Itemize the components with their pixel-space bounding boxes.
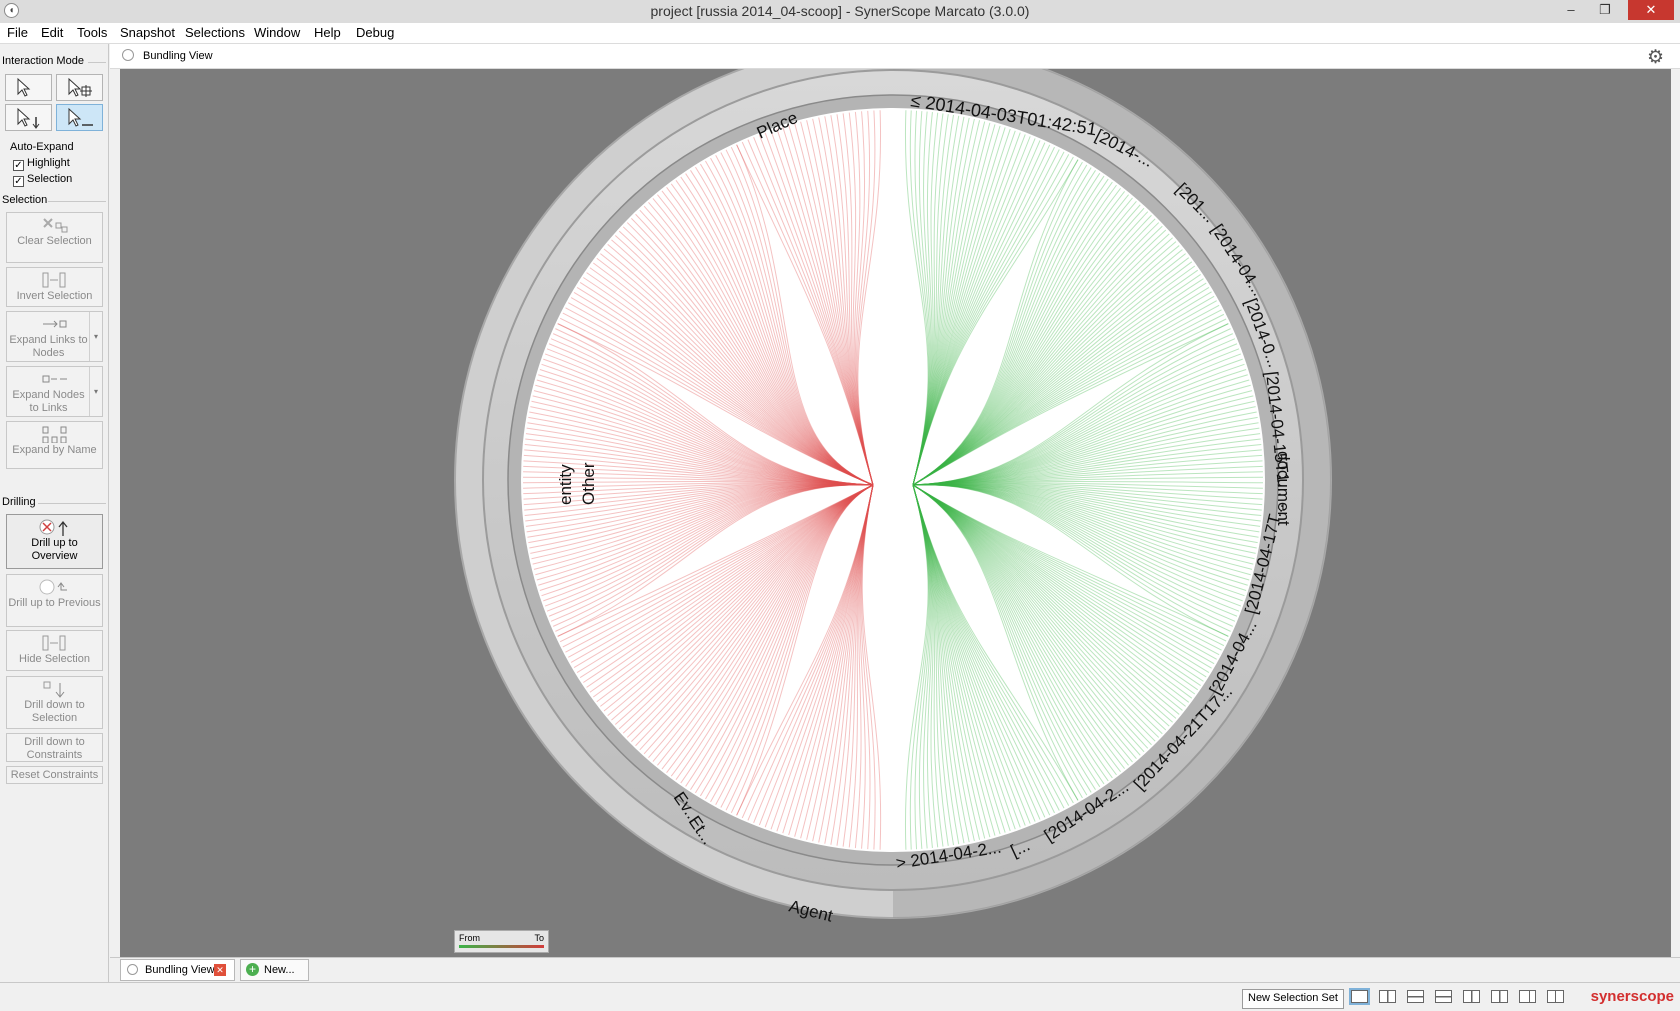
drilling-label: Drilling	[2, 496, 36, 508]
title-bar: ◖ project [russia 2014_04-scoop] - Syner…	[0, 0, 1680, 24]
reset-constraints-button[interactable]: Reset Constraints	[6, 766, 103, 784]
bundling-view-svg[interactable]: Place Other entity Ev... Et... Agent doc…	[120, 41, 1671, 957]
layout-right-split-icon[interactable]	[1519, 990, 1536, 1003]
selection-checkbox[interactable]: ✓ Selection	[13, 173, 72, 187]
drill-down-constraints-label: Drill down to Constraints	[24, 736, 85, 761]
hide-selection-button[interactable]: Hide Selection	[6, 630, 103, 671]
bundling-view-icon	[127, 964, 138, 975]
expand-by-name-label: Expand by Name	[12, 444, 97, 456]
window-title: project [russia 2014_04-scoop] - SynerSc…	[650, 3, 1030, 19]
legend-from: From	[459, 933, 480, 943]
tab-new[interactable]: + New...	[240, 959, 309, 981]
view-title: Bundling View	[143, 50, 213, 62]
layout-single-icon[interactable]	[1349, 988, 1370, 1005]
invert-selection-icon	[42, 272, 65, 288]
drill-up-overview-button[interactable]: Drill up to Overview	[6, 514, 103, 569]
reset-constraints-label: Reset Constraints	[10, 769, 99, 781]
left-toolbar-panel: Interaction Mode Auto-Expand ✓ Highlight …	[0, 44, 109, 982]
tab-bundling-view[interactable]: Bundling View ✕	[120, 959, 235, 981]
invert-selection-button[interactable]: Invert Selection	[6, 267, 103, 307]
clear-selection-label: Clear Selection	[17, 235, 92, 247]
legend-gradient	[459, 945, 544, 948]
expand-by-name-button[interactable]: Expand by Name	[6, 421, 103, 469]
chevron-down-icon[interactable]: ▾	[89, 312, 102, 361]
chevron-down-icon[interactable]: ▾	[89, 367, 102, 416]
selection-check-label: Selection	[27, 173, 73, 185]
status-bar: New Selection Set synerscope	[0, 982, 1680, 1011]
restore-button[interactable]: ❐	[1588, 0, 1622, 20]
drill-down-selection-label: Drill down to Selection	[24, 699, 85, 724]
menu-bar: File Edit Tools Snapshot Selections Wind…	[0, 23, 1680, 44]
check-icon: ✓	[13, 176, 24, 187]
highlight-checkbox[interactable]: ✓ Highlight	[13, 157, 70, 171]
legend-to: To	[534, 933, 544, 943]
hide-selection-label: Hide Selection	[19, 653, 90, 665]
expand-nodes-to-links-button[interactable]: Expand Nodes to Links ▾	[6, 366, 103, 417]
expand-links-label: Expand Links to Nodes	[9, 334, 88, 359]
menu-debug[interactable]: Debug	[356, 25, 394, 40]
pointer-down-icon	[17, 107, 40, 129]
check-icon: ✓	[13, 160, 24, 171]
hide-selection-icon	[42, 635, 65, 651]
menu-edit[interactable]: Edit	[41, 25, 63, 40]
drill-up-overview-label: Drill up to Overview	[31, 537, 78, 562]
tab-bundling-view-label: Bundling View	[145, 964, 215, 976]
view-header: Bundling View ⚙	[110, 44, 1680, 69]
select-mode-button[interactable]	[5, 74, 52, 101]
synerscope-logo: synerscope	[1590, 988, 1674, 1005]
menu-selections[interactable]: Selections	[185, 25, 245, 40]
drill-down-icon	[43, 681, 64, 698]
expand-nodes-label: Expand Nodes to Links	[12, 389, 85, 414]
bundling-view-icon	[122, 49, 134, 61]
expand-by-name-icon	[42, 426, 66, 443]
layout-split-vertical-icon[interactable]	[1379, 990, 1396, 1003]
drill-up-previous-label: Drill up to Previous	[8, 597, 101, 609]
pointer-add-icon	[68, 77, 92, 97]
drill-down-selection-button[interactable]: Drill down to Selection	[6, 676, 103, 729]
menu-window[interactable]: Window	[254, 25, 300, 40]
layout-grid-icon[interactable]	[1547, 990, 1564, 1003]
interaction-mode-label: Interaction Mode	[2, 55, 84, 67]
bundling-view-canvas[interactable]: Place Other entity Ev... Et... Agent doc…	[120, 41, 1671, 957]
color-legend: From To	[454, 930, 549, 953]
layout-three-col-icon[interactable]	[1463, 990, 1480, 1003]
layout-three-row-icon[interactable]	[1435, 990, 1452, 1003]
new-selection-set-button[interactable]: New Selection Set	[1242, 989, 1344, 1009]
subtract-mode-button[interactable]	[56, 104, 103, 131]
menu-tools[interactable]: Tools	[77, 25, 107, 40]
add-select-mode-button[interactable]	[56, 74, 103, 101]
plus-icon: +	[246, 963, 259, 976]
auto-expand-label: Auto-Expand	[10, 141, 74, 153]
clear-selection-button[interactable]: Clear Selection	[6, 212, 103, 263]
label-entity[interactable]: entity	[556, 464, 575, 505]
pointer-icon	[17, 77, 31, 97]
drill-up-previous-button[interactable]: Drill up to Previous	[6, 574, 103, 627]
close-tab-icon[interactable]: ✕	[214, 964, 226, 976]
clear-selection-icon	[42, 218, 67, 233]
minimize-button[interactable]: –	[1554, 0, 1588, 20]
invert-selection-label: Invert Selection	[16, 290, 93, 302]
tab-new-label: New...	[264, 964, 295, 976]
drill-down-constraints-button[interactable]: Drill down to Constraints	[6, 733, 103, 762]
menu-snapshot[interactable]: Snapshot	[120, 25, 175, 40]
drill-up-previous-icon	[39, 579, 67, 595]
drill-mode-button[interactable]	[5, 104, 52, 131]
view-tab-bar: Bundling View ✕ + New...	[110, 957, 1680, 983]
expand-links-to-nodes-button[interactable]: Expand Links to Nodes ▾	[6, 311, 103, 362]
close-button[interactable]: ✕	[1628, 0, 1674, 20]
menu-file[interactable]: File	[7, 25, 28, 40]
label-other[interactable]: Other	[579, 462, 598, 505]
selection-section-label: Selection	[2, 194, 48, 206]
pointer-minus-icon	[68, 107, 93, 127]
links-to-nodes-icon	[42, 320, 66, 328]
layout-split-horizontal-icon[interactable]	[1407, 990, 1424, 1003]
nodes-to-links-icon	[42, 375, 67, 383]
drill-up-overview-icon	[39, 519, 68, 536]
highlight-label: Highlight	[27, 157, 70, 169]
gear-icon[interactable]: ⚙	[1647, 46, 1664, 69]
menu-help[interactable]: Help	[314, 25, 341, 40]
layout-left-split-icon[interactable]	[1491, 990, 1508, 1003]
